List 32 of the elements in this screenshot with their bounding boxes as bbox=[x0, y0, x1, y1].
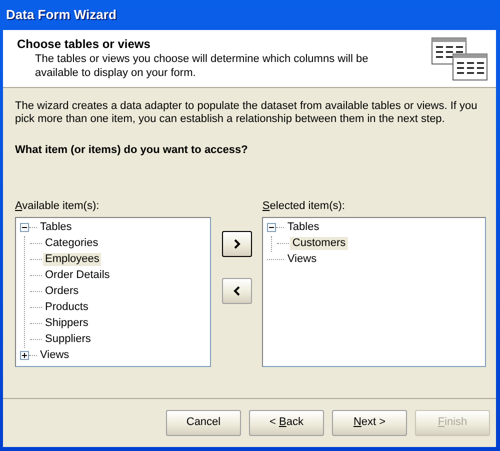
tree-item[interactable]: Orders bbox=[43, 285, 81, 298]
chevron-right-icon bbox=[232, 238, 242, 249]
page-heading: Choose tables or views bbox=[17, 37, 152, 52]
list-label: Available item(s): bbox=[15, 200, 100, 213]
tree-item[interactable]: Products bbox=[43, 301, 90, 314]
tree-item[interactable]: Customers bbox=[290, 237, 348, 250]
wizard-button[interactable]: Next > bbox=[332, 410, 407, 436]
window-title: Data Form Wizard bbox=[6, 7, 116, 23]
tree-item[interactable]: Views bbox=[38, 349, 72, 362]
collapse-icon[interactable] bbox=[267, 223, 276, 232]
tree-item[interactable]: Employees bbox=[43, 253, 102, 266]
collapse-icon[interactable] bbox=[20, 223, 29, 232]
page-subtitle: The tables or views you choose will determine which columns will be available to display on your form. bbox=[34, 53, 370, 80]
tree-item[interactable]: Suppliers bbox=[43, 333, 93, 346]
wizard-button[interactable]: Cancel bbox=[166, 410, 241, 436]
add-button[interactable] bbox=[222, 230, 252, 257]
list-label: Selected item(s): bbox=[262, 200, 346, 213]
selected-items-tree[interactable]: Tables Customers Views bbox=[262, 216, 486, 367]
tree-item[interactable]: Views bbox=[285, 253, 319, 266]
table-windows-icon bbox=[430, 37, 488, 81]
available-items-tree[interactable]: Tables Categories Employees Order Details Orders Products Shippers Suppliers Views bbox=[15, 216, 211, 367]
question-text: What item (or items) do you want to access? bbox=[15, 144, 249, 158]
tree-item[interactable]: Tables bbox=[38, 221, 74, 234]
expand-icon[interactable] bbox=[20, 351, 29, 360]
remove-button[interactable] bbox=[222, 278, 252, 304]
wizard-button[interactable]: < Back bbox=[249, 410, 324, 436]
tree-item[interactable]: Shippers bbox=[43, 317, 90, 330]
description-text: The wizard creates a data adapter to populate the dataset from available tables or views. If you pick more than one item, you can establish a relationship between them in the next step. bbox=[15, 100, 478, 126]
chevron-left-icon bbox=[232, 286, 242, 296]
tree-item[interactable]: Tables bbox=[285, 221, 322, 234]
tree-item[interactable]: Order Details bbox=[43, 269, 112, 282]
tree-item[interactable]: Categories bbox=[43, 237, 100, 250]
